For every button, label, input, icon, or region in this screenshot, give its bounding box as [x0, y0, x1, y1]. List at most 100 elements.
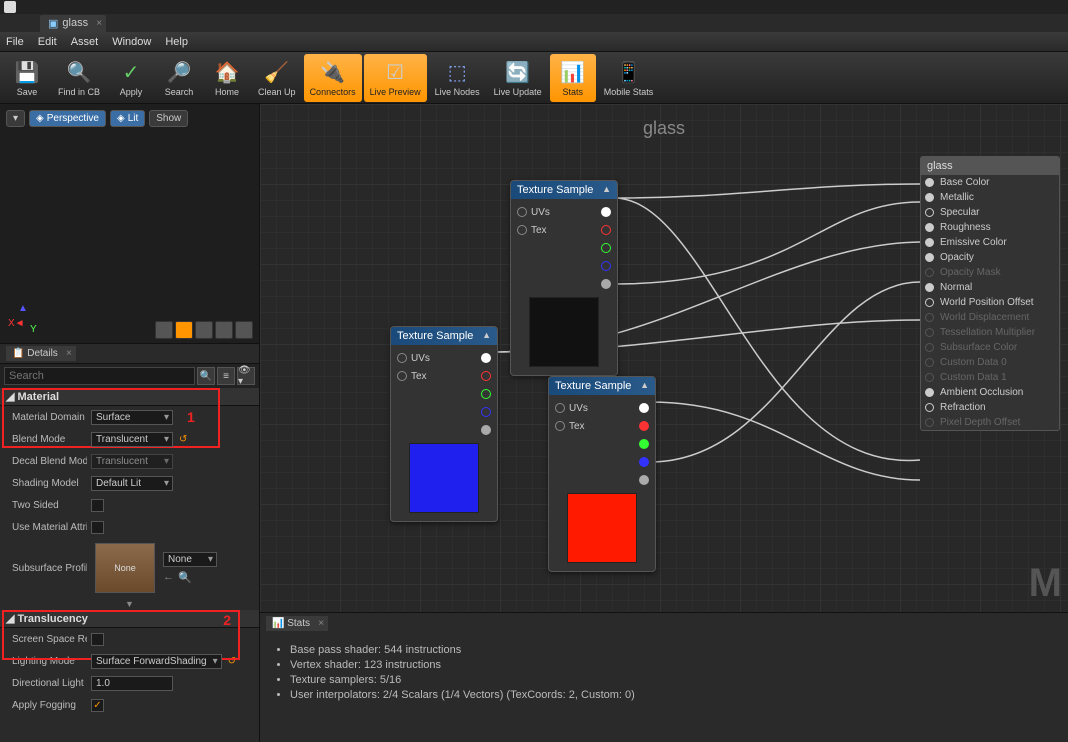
material-result-node[interactable]: glass Base ColorMetallicSpecularRoughnes…: [920, 156, 1060, 431]
section-translucency[interactable]: ◢ Translucency 2: [0, 610, 259, 628]
texture-sample-node-3[interactable]: Texture Sample▲ UVs Tex: [548, 376, 656, 572]
result-pin-refraction[interactable]: Refraction: [921, 400, 1059, 415]
usematattr-checkbox[interactable]: [91, 521, 104, 534]
subsurface-thumb[interactable]: None: [95, 543, 155, 593]
output-pin-r[interactable]: [481, 371, 491, 381]
tab-details[interactable]: 📋 Details×: [6, 346, 76, 361]
section-material[interactable]: ◢ Material: [0, 388, 259, 406]
preview-viewport[interactable]: ▾ ◈ Perspective ◈ Lit Show ▲X◄Y: [0, 104, 259, 344]
output-pin-a[interactable]: [639, 475, 649, 485]
material-graph[interactable]: glass M Texture Sample▲ UVs Tex: [260, 104, 1068, 612]
tab-glass[interactable]: ▣ glass ×: [40, 15, 106, 32]
output-pin-g[interactable]: [639, 439, 649, 449]
viewport-menu[interactable]: ▾: [6, 110, 25, 127]
output-pin-rgb[interactable]: [639, 403, 649, 413]
output-pin-g[interactable]: [601, 243, 611, 253]
collapse-icon[interactable]: ▲: [482, 330, 491, 342]
result-pin-roughness[interactable]: Roughness: [921, 220, 1059, 235]
collapse-icon[interactable]: ▲: [602, 184, 611, 196]
result-pin-opacity[interactable]: Opacity: [921, 250, 1059, 265]
texture-sample-node-2[interactable]: Texture Sample▲ UVs Tex: [390, 326, 498, 522]
show-button[interactable]: Show: [149, 110, 188, 127]
input-pin[interactable]: [397, 371, 407, 381]
search-button[interactable]: 🔎Search: [156, 54, 202, 102]
menu-file[interactable]: File: [6, 36, 24, 48]
output-pin-b[interactable]: [601, 261, 611, 271]
result-pin-normal[interactable]: Normal: [921, 280, 1059, 295]
connectors-button[interactable]: 🔌Connectors: [304, 54, 362, 102]
material-domain-dropdown[interactable]: Surface: [91, 410, 173, 425]
result-pin-world-position-offset[interactable]: World Position Offset: [921, 295, 1059, 310]
lighting-mode-dropdown[interactable]: Surface ForwardShading: [91, 654, 222, 669]
result-pin-tessellation-multiplier: Tessellation Multiplier: [921, 325, 1059, 340]
reset-icon[interactable]: ↺: [228, 656, 236, 667]
output-pin-r[interactable]: [639, 421, 649, 431]
liveupdate-button[interactable]: 🔄Live Update: [488, 54, 548, 102]
twosided-checkbox[interactable]: [91, 499, 104, 512]
output-pin-rgb[interactable]: [601, 207, 611, 217]
perspective-button[interactable]: ◈ Perspective: [29, 110, 106, 127]
applyfog-checkbox[interactable]: [91, 699, 104, 712]
livepreview-button[interactable]: ☑Live Preview: [364, 54, 427, 102]
output-pin-b[interactable]: [639, 457, 649, 467]
reset-icon[interactable]: ↺: [179, 434, 187, 445]
stats-button[interactable]: 📊Stats: [550, 54, 596, 102]
search-icon[interactable]: 🔍: [197, 367, 215, 385]
eye-icon[interactable]: 👁▾: [237, 367, 255, 385]
input-pin[interactable]: [397, 353, 407, 363]
cleanup-button[interactable]: 🧹Clean Up: [252, 54, 302, 102]
collapse-icon[interactable]: ▲: [640, 380, 649, 392]
asset-use-icon[interactable]: ←: [163, 571, 174, 584]
decal-blend-dropdown[interactable]: Translucent: [91, 454, 173, 469]
shape-cylinder[interactable]: [155, 321, 173, 339]
result-pin-metallic[interactable]: Metallic: [921, 190, 1059, 205]
shape-plane[interactable]: [195, 321, 213, 339]
output-pin-a[interactable]: [601, 279, 611, 289]
blend-mode-dropdown[interactable]: Translucent: [91, 432, 173, 447]
shape-custom[interactable]: [235, 321, 253, 339]
output-pin-g[interactable]: [481, 389, 491, 399]
input-pin[interactable]: [555, 421, 565, 431]
output-pin-b[interactable]: [481, 407, 491, 417]
apply-button[interactable]: ✓Apply: [108, 54, 154, 102]
search-input[interactable]: [4, 367, 195, 385]
tab-stats[interactable]: 📊 Stats×: [266, 616, 328, 631]
menu-window[interactable]: Window: [112, 36, 151, 48]
ssr-checkbox[interactable]: [91, 633, 104, 646]
result-pin-emissive-color[interactable]: Emissive Color: [921, 235, 1059, 250]
dirlight-input[interactable]: 1.0: [91, 676, 173, 691]
shape-cube[interactable]: [215, 321, 233, 339]
close-icon[interactable]: ×: [318, 618, 324, 629]
input-pin[interactable]: [555, 403, 565, 413]
menu-edit[interactable]: Edit: [38, 36, 57, 48]
home-button[interactable]: 🏠Home: [204, 54, 250, 102]
result-pin-specular[interactable]: Specular: [921, 205, 1059, 220]
close-icon[interactable]: ×: [66, 348, 72, 359]
mobilestats-button[interactable]: 📱Mobile Stats: [598, 54, 660, 102]
asset-browse-icon[interactable]: 🔍: [178, 571, 192, 584]
output-pin-r[interactable]: [601, 225, 611, 235]
livenodes-button[interactable]: ⬚Live Nodes: [429, 54, 486, 102]
result-pin-custom-data-1: Custom Data 1: [921, 370, 1059, 385]
output-pin-rgb[interactable]: [481, 353, 491, 363]
output-pin-a[interactable]: [481, 425, 491, 435]
result-pin-ambient-occlusion[interactable]: Ambient Occlusion: [921, 385, 1059, 400]
menu-asset[interactable]: Asset: [71, 36, 99, 48]
expand-icon[interactable]: ▼: [0, 598, 259, 610]
details-tabbar: 📋 Details×: [0, 344, 259, 364]
shape-sphere[interactable]: [175, 321, 193, 339]
details-search: 🔍 ≡ 👁▾: [0, 364, 259, 388]
input-pin[interactable]: [517, 225, 527, 235]
filter-rows-icon[interactable]: ≡: [217, 367, 235, 385]
texture-sample-node-1[interactable]: Texture Sample▲ UVs Tex: [510, 180, 618, 376]
shading-model-dropdown[interactable]: Default Lit: [91, 476, 173, 491]
save-button[interactable]: 💾Save: [4, 54, 50, 102]
result-pin-base-color[interactable]: Base Color: [921, 175, 1059, 190]
menu-help[interactable]: Help: [165, 36, 188, 48]
texture-preview: [529, 297, 599, 367]
subsurface-asset-dropdown[interactable]: None: [163, 552, 217, 567]
lit-button[interactable]: ◈ Lit: [110, 110, 145, 127]
input-pin[interactable]: [517, 207, 527, 217]
find-button[interactable]: 🔍Find in CB: [52, 54, 106, 102]
tab-close-icon[interactable]: ×: [96, 18, 102, 29]
